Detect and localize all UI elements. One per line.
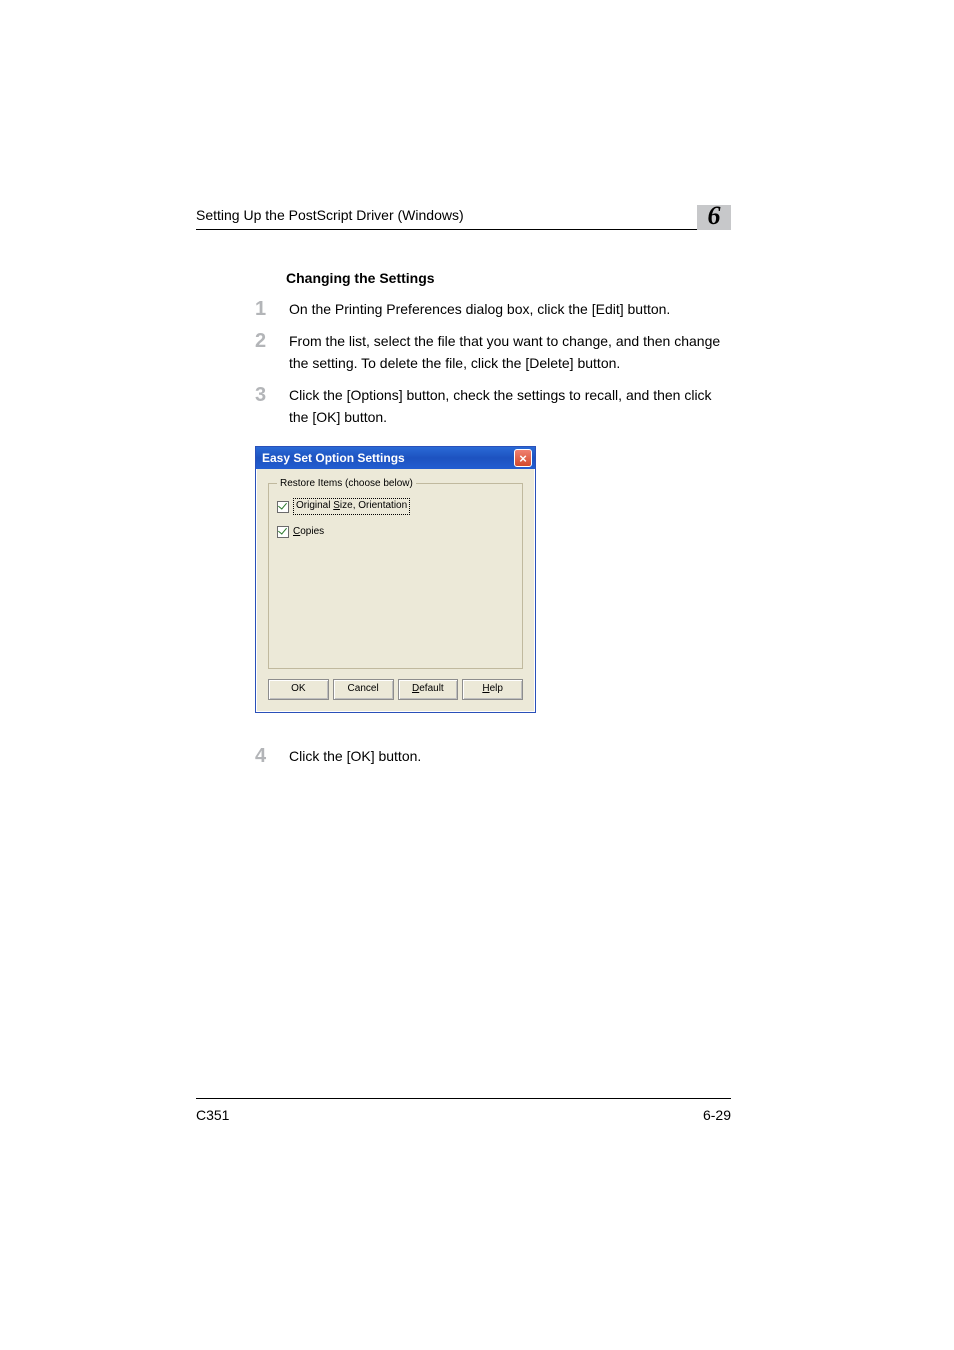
close-icon: × — [519, 452, 527, 465]
steps-list: 1 On the Printing Preferences dialog box… — [255, 298, 731, 428]
step-text: On the Printing Preferences dialog box, … — [289, 298, 731, 320]
footer-left: C351 — [196, 1105, 229, 1125]
chapter-number-badge: 6 — [697, 205, 731, 230]
help-button[interactable]: Help — [462, 679, 523, 700]
dialog-body: Restore Items (choose below) Original Si… — [256, 469, 535, 712]
page-container: Setting Up the PostScript Driver (Window… — [0, 0, 954, 1350]
step-item: 2 From the list, select the file that yo… — [255, 330, 731, 374]
running-head: Setting Up the PostScript Driver (Window… — [196, 205, 697, 230]
restore-items-group: Restore Items (choose below) Original Si… — [268, 483, 523, 669]
dialog-screenshot: Easy Set Option Settings × Restore Items… — [255, 446, 536, 713]
step-text: Click the [OK] button. — [289, 745, 731, 767]
section-subheading: Changing the Settings — [286, 268, 731, 288]
page-header: Setting Up the PostScript Driver (Window… — [196, 205, 731, 230]
step-text: Click the [Options] button, check the se… — [289, 384, 731, 428]
steps-list-continued: 4 Click the [OK] button. — [255, 745, 731, 767]
footer-right: 6-29 — [703, 1105, 731, 1125]
step-number: 3 — [255, 384, 289, 406]
page-footer: C351 6-29 — [196, 1098, 731, 1125]
step-item: 3 Click the [Options] button, check the … — [255, 384, 731, 428]
checkbox-original-size[interactable]: Original Size, Orientation — [277, 498, 514, 515]
checkbox-icon — [277, 526, 289, 538]
step-text: From the list, select the file that you … — [289, 330, 731, 374]
dialog-title: Easy Set Option Settings — [262, 447, 405, 469]
dialog-window: Easy Set Option Settings × Restore Items… — [255, 446, 536, 713]
checkbox-copies[interactable]: Copies — [277, 525, 514, 540]
ok-button[interactable]: OK — [268, 679, 329, 700]
step-number: 2 — [255, 330, 289, 352]
cancel-button[interactable]: Cancel — [333, 679, 394, 700]
group-legend: Restore Items (choose below) — [277, 477, 416, 492]
checkbox-label: Copies — [293, 525, 324, 540]
default-button[interactable]: Default — [398, 679, 459, 700]
dialog-titlebar: Easy Set Option Settings × — [256, 447, 535, 469]
step-number: 4 — [255, 745, 289, 767]
close-button[interactable]: × — [514, 449, 532, 467]
step-item: 4 Click the [OK] button. — [255, 745, 731, 767]
step-number: 1 — [255, 298, 289, 320]
dialog-button-row: OK Cancel Default Help — [268, 679, 523, 700]
step-item: 1 On the Printing Preferences dialog box… — [255, 298, 731, 320]
checkbox-icon — [277, 501, 289, 513]
content-area: Setting Up the PostScript Driver (Window… — [196, 205, 731, 781]
checkbox-label: Original Size, Orientation — [293, 498, 410, 515]
